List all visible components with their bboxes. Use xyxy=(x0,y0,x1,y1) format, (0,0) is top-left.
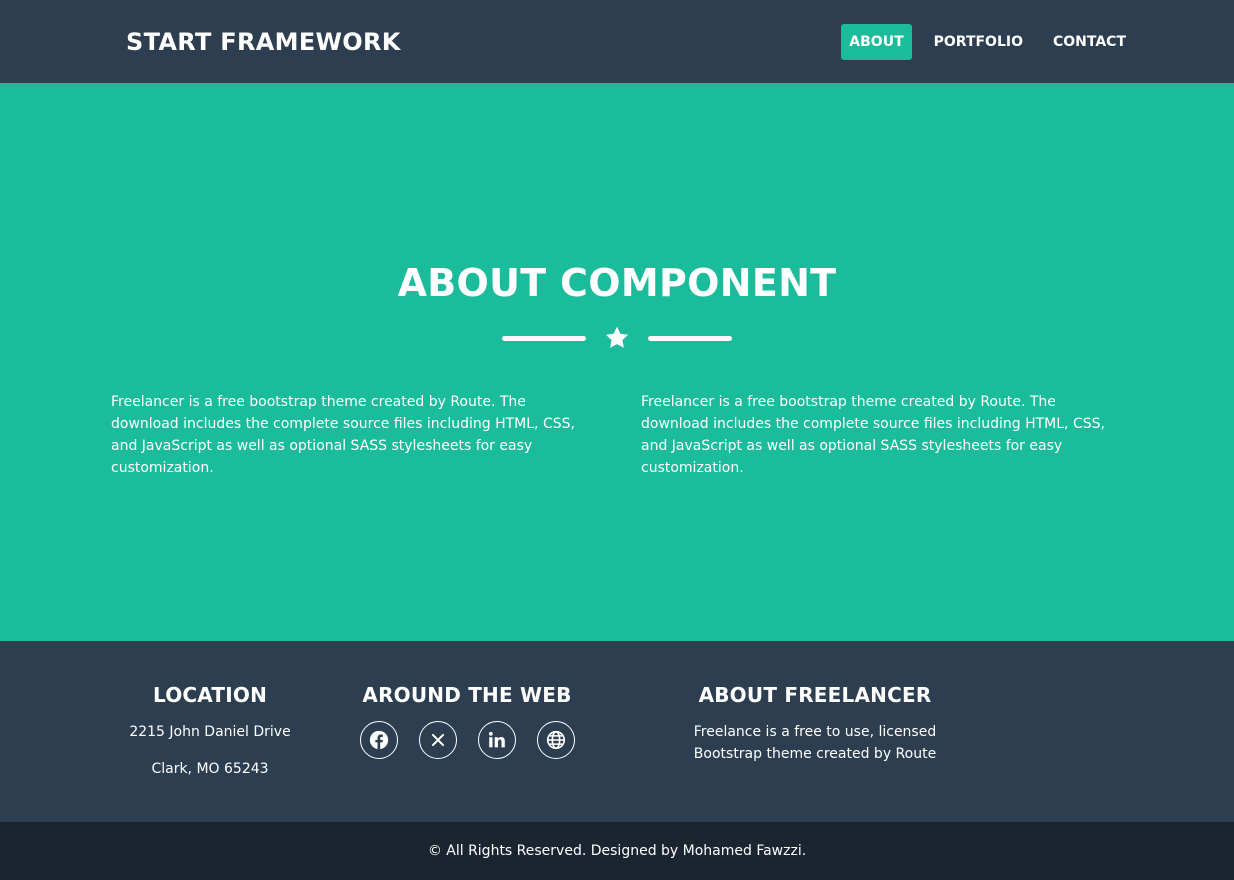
linkedin-button[interactable] xyxy=(477,721,516,759)
about-columns: Freelancer is a free bootstrap theme cre… xyxy=(0,391,1234,479)
about-section: ABOUT COMPONENT Freelancer is a free boo… xyxy=(0,83,1234,641)
copyright-bar: © All Rights Reserved. Designed by Moham… xyxy=(0,822,1234,880)
linkedin-icon xyxy=(488,731,505,748)
address-line-2: Clark, MO 65243 xyxy=(151,761,269,777)
nav-item-contact[interactable]: CONTACT xyxy=(1045,24,1134,60)
about-freelancer-text: Freelance is a free to use, licensed Boo… xyxy=(693,724,937,762)
navbar: START FRAMEWORK ABOUT PORTFOLIO CONTACT xyxy=(0,0,1234,83)
social-title: AROUND THE WEB xyxy=(362,683,572,707)
x-button[interactable] xyxy=(418,721,457,759)
divider-line-left xyxy=(502,335,586,341)
nav-item-about[interactable]: ABOUT xyxy=(841,23,912,60)
star-icon xyxy=(605,326,629,348)
location-title: LOCATION xyxy=(152,683,268,707)
globe-icon xyxy=(546,730,565,750)
about-text-left: Freelancer is a free bootstrap theme cre… xyxy=(111,394,575,476)
x-icon xyxy=(431,733,444,747)
section-title: ABOUT COMPONENT xyxy=(397,261,837,305)
footer: LOCATION 2215 John Daniel Drive Clark, M… xyxy=(0,641,1234,822)
facebook-icon xyxy=(369,730,388,750)
website-button[interactable] xyxy=(536,721,575,759)
footer-social: AROUND THE WEB xyxy=(292,683,642,822)
about-text-right: Freelancer is a free bootstrap theme cre… xyxy=(641,394,1105,476)
copyright-text: © All Rights Reserved. Designed by Moham… xyxy=(427,843,807,859)
about-freelancer-title: ABOUT FREELANCER xyxy=(698,683,932,707)
nav-item-portfolio[interactable]: PORTFOLIO xyxy=(926,24,1031,60)
brand-logo[interactable]: START FRAMEWORK xyxy=(126,28,401,56)
address-line-1: 2215 John Daniel Drive xyxy=(129,724,291,740)
social-links xyxy=(292,721,642,759)
title-divider xyxy=(502,325,732,351)
nav-menu: ABOUT PORTFOLIO CONTACT xyxy=(837,23,1134,60)
footer-about: ABOUT FREELANCER Freelance is a free to … xyxy=(642,683,988,822)
facebook-button[interactable] xyxy=(359,721,398,759)
footer-location: LOCATION 2215 John Daniel Drive Clark, M… xyxy=(0,683,292,822)
divider-line-right xyxy=(648,335,732,341)
